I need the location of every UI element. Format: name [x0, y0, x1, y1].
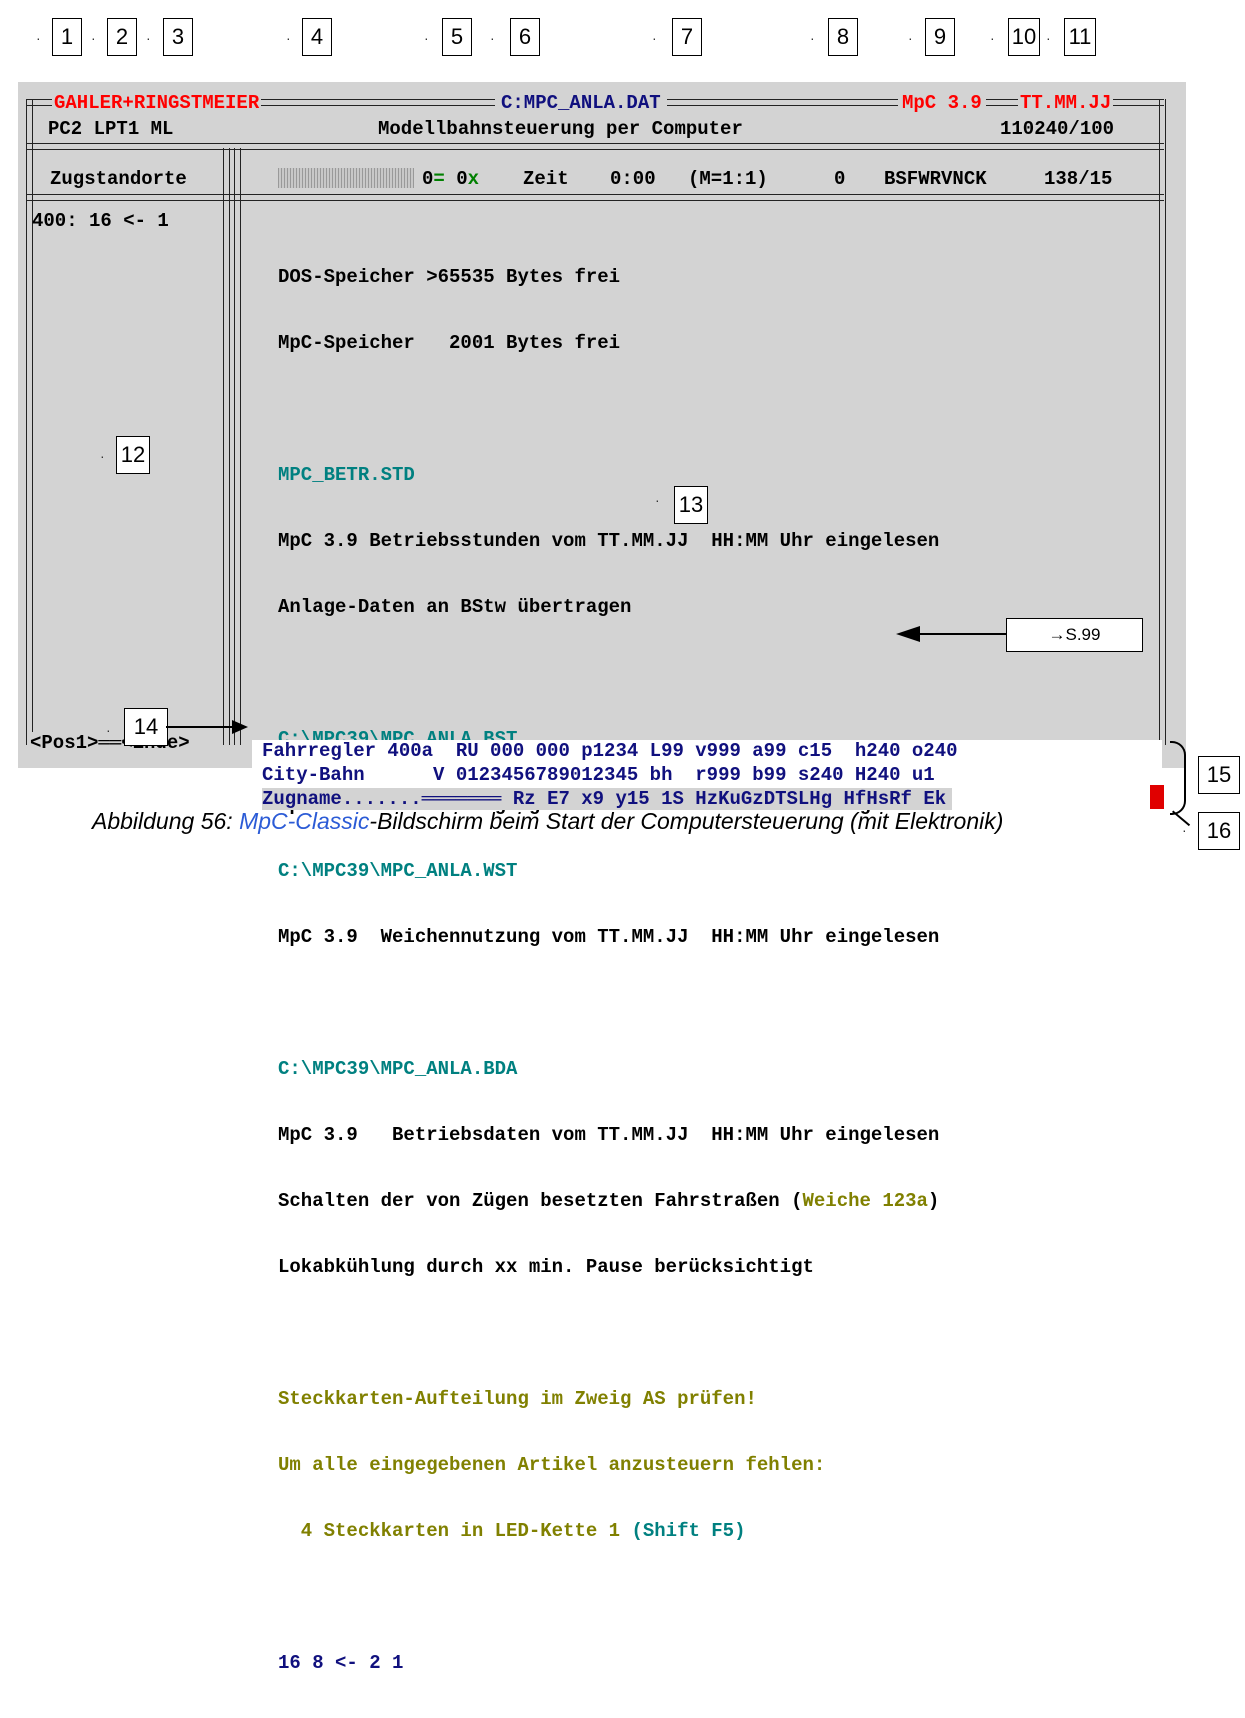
message-line: MpC 3.9 Betriebsstunden vom TT.MM.JJ HH:…: [278, 530, 940, 552]
callout-3: 3: [163, 18, 193, 56]
message-line: MpC 3.9 Weichennutzung vom TT.MM.JJ HH:M…: [278, 926, 940, 948]
header-serial: 110240/100: [1000, 118, 1115, 140]
callout-2: 2: [107, 18, 137, 56]
message-area: DOS-Speicher >65535 Bytes frei MpC-Speic…: [278, 222, 939, 1718]
train-route-line: 16 8 <- 2 1: [278, 1652, 404, 1674]
callout-4: 4: [302, 18, 332, 56]
controller-row-3[interactable]: Zugname.......═══════ Rz E7 x9 y15 1S Hz…: [262, 788, 953, 810]
dos-screen: GAHLER+RINGSTMEIER C:MPC_ANLA.DAT MpC 3.…: [18, 82, 1186, 1674]
callout-7: 7: [672, 18, 702, 56]
zeit-label: Zeit: [523, 168, 569, 190]
callout-11: 11: [1064, 18, 1096, 56]
message-line: Lokabkühlung durch xx min. Pause berücks…: [278, 1256, 814, 1278]
message-line: MpC-Speicher 2001 Bytes frei: [278, 332, 621, 354]
scale-ratio: (M=1:1): [688, 168, 768, 190]
page-reference-note: →S.99: [1006, 618, 1143, 652]
header-file: C:MPC_ANLA.DAT: [495, 92, 667, 114]
figure-caption: Abbildung 56: MpC-Classic-Bildschirm bei…: [92, 808, 1004, 834]
train-location-entry[interactable]: 400: 16 <- 1: [32, 210, 169, 232]
cursor-block: [1150, 785, 1164, 809]
message-warning: Um alle eingegebenen Artikel anzusteuern…: [278, 1454, 826, 1476]
message-warning: 4 Steckkarten in LED-Kette 1 (Shift F5): [278, 1520, 746, 1542]
message-line: Schalten der von Zügen besetzten Fahrstr…: [278, 1190, 940, 1212]
callout-6: 6: [510, 18, 540, 56]
header-ports: PC2 LPT1 ML: [48, 118, 174, 140]
callout-16: 16: [1198, 812, 1240, 850]
header-subtitle: Modellbahnsteuerung per Computer: [378, 118, 743, 140]
zeit-value: 0:00: [610, 168, 656, 190]
left-panel-title: Zugstandorte: [50, 168, 187, 190]
message-line: MpC 3.9 Betriebsdaten vom TT.MM.JJ HH:MM…: [278, 1124, 940, 1146]
header-title: GAHLER+RINGSTMEIER: [52, 92, 262, 114]
status-fraction: 138/15: [1044, 168, 1113, 190]
callout-9: 9: [925, 18, 955, 56]
status-count: 0: [834, 168, 846, 190]
header-version: MpC 3.9: [898, 92, 986, 114]
arrow-head: [896, 626, 920, 642]
arrow-line: [918, 633, 1006, 635]
callout-5: 5: [442, 18, 472, 56]
callout-15: 15: [1198, 756, 1240, 794]
callout-13: 13: [674, 486, 708, 524]
controller-row-2[interactable]: City-Bahn V 0123456789012345 bh r999 b99…: [262, 764, 935, 786]
controller-row-1[interactable]: Fahrregler 400a RU 000 000 p1234 L99 v99…: [262, 740, 958, 762]
message-line: Anlage-Daten an BStw übertragen: [278, 596, 632, 618]
message-line: DOS-Speicher >65535 Bytes frei: [278, 266, 621, 288]
callout-12: 12: [116, 436, 150, 474]
status-counters: 0= 0x: [422, 168, 480, 190]
callout-10: 10: [1008, 18, 1040, 56]
bracket-15: [1170, 741, 1186, 815]
callout-1: 1: [52, 18, 82, 56]
header-date: TT.MM.JJ: [1018, 92, 1114, 114]
status-flags: BSFWRVNCK: [884, 168, 987, 190]
message-file: MPC_BETR.STD: [278, 464, 415, 486]
message-file: C:\MPC39\MPC_ANLA.WST: [278, 860, 518, 882]
progress-bar: [278, 168, 414, 188]
caption-link[interactable]: MpC-Classic: [239, 808, 369, 834]
message-warning: Steckkarten-Aufteilung im Zweig AS prüfe…: [278, 1388, 757, 1410]
message-file: C:\MPC39\MPC_ANLA.BDA: [278, 1058, 518, 1080]
callout-14: 14: [124, 708, 168, 746]
callout-8: 8: [828, 18, 858, 56]
